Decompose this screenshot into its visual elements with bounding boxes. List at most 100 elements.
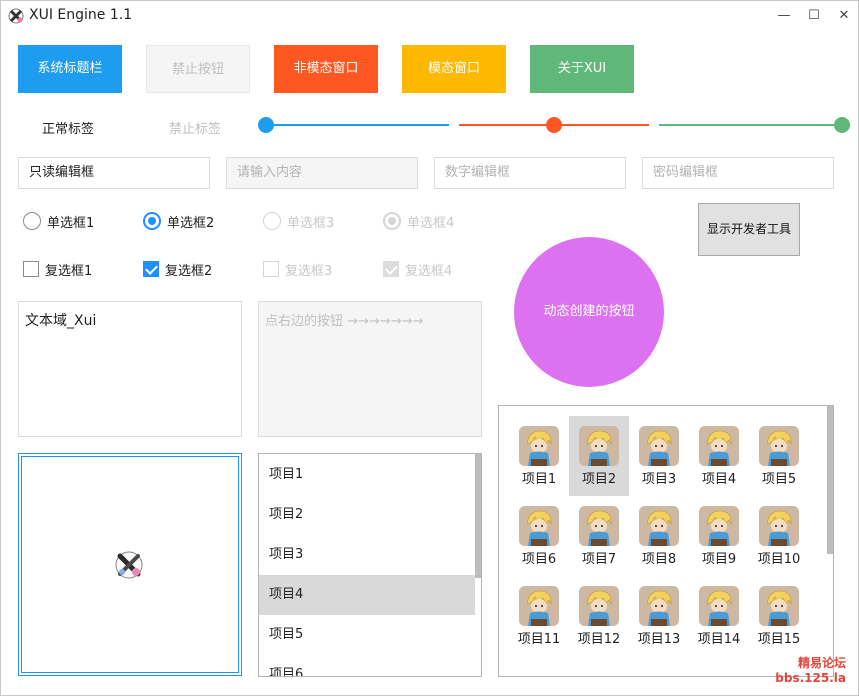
checkbox-2[interactable]: 复选框2 xyxy=(143,258,212,280)
close-button[interactable]: ✕ xyxy=(829,5,858,27)
checkbox-label: 复选框4 xyxy=(405,263,453,279)
radio-2[interactable]: 单选框2 xyxy=(143,210,214,232)
list-scrollbar[interactable] xyxy=(475,454,481,578)
disabled-text-area: 点右边的按钮 →→→→→→→ xyxy=(258,301,482,437)
grid-item[interactable]: 项目8 xyxy=(629,496,689,576)
grid-item-label: 项目9 xyxy=(701,552,737,567)
disabled-button: 禁止按钮 xyxy=(146,45,250,93)
slider-orange-thumb[interactable] xyxy=(546,117,562,133)
grid-item-label: 项目15 xyxy=(757,632,801,647)
checkbox-box xyxy=(263,261,279,277)
grid-item-label: 项目6 xyxy=(521,552,557,567)
text-area[interactable]: 文本域_Xui xyxy=(18,301,242,437)
checkbox-4: 复选框4 xyxy=(383,258,452,280)
grid-item[interactable]: 项目13 xyxy=(629,576,689,656)
watermark-line2: bbs.125.la xyxy=(775,671,846,685)
grid-item-label: 项目4 xyxy=(701,472,737,487)
character-avatar-icon xyxy=(759,506,799,546)
radio-3: 单选框3 xyxy=(263,210,334,232)
grid-item[interactable]: 项目12 xyxy=(569,576,629,656)
grid-item-label: 项目13 xyxy=(637,632,681,647)
numeric-input[interactable]: 数字编辑框 xyxy=(434,157,626,189)
grid-item-label: 项目3 xyxy=(641,472,677,487)
grid-item[interactable]: 项目7 xyxy=(569,496,629,576)
grid-item[interactable]: 项目9 xyxy=(689,496,749,576)
about-xui-button[interactable]: 关于XUI xyxy=(530,45,634,93)
readonly-edit[interactable]: 只读编辑框 xyxy=(18,157,210,189)
list-item[interactable]: 项目1 xyxy=(259,455,475,495)
xui-logo-icon xyxy=(114,550,144,580)
character-avatar-icon xyxy=(639,586,679,626)
grid-item[interactable]: 项目11 xyxy=(509,576,569,656)
radio-1[interactable]: 单选框1 xyxy=(23,210,94,232)
character-avatar-icon xyxy=(639,506,679,546)
grid-item[interactable]: 项目10 xyxy=(749,496,809,576)
minimize-button[interactable]: — xyxy=(769,5,799,27)
grid-item[interactable]: 项目5 xyxy=(749,416,809,496)
grid-item[interactable]: 项目1 xyxy=(509,416,569,496)
grid-item-label: 项目11 xyxy=(517,632,561,647)
dynamic-created-button[interactable]: 动态创建的按钮 xyxy=(514,237,664,387)
list-item[interactable]: 项目4 xyxy=(259,575,475,615)
slider-blue-track xyxy=(259,124,449,126)
list-item[interactable]: 项目2 xyxy=(259,495,475,535)
maximize-button[interactable]: ☐ xyxy=(799,5,829,27)
grid-item-label: 项目8 xyxy=(641,552,677,567)
slider-green-track xyxy=(659,124,849,126)
checkbox-label: 复选框1 xyxy=(45,263,93,279)
character-avatar-icon xyxy=(699,506,739,546)
radio-label: 单选框4 xyxy=(407,215,455,231)
grid-item-label: 项目12 xyxy=(577,632,621,647)
show-devtools-button[interactable]: 显示开发者工具 xyxy=(698,203,800,256)
checkbox-box xyxy=(23,261,39,277)
grid-item[interactable]: 项目4 xyxy=(689,416,749,496)
character-avatar-icon xyxy=(639,426,679,466)
grid-item-label: 项目10 xyxy=(757,552,801,567)
content-input[interactable]: 请输入内容 xyxy=(226,157,418,189)
grid-item[interactable]: 项目3 xyxy=(629,416,689,496)
checkbox-box xyxy=(143,261,159,277)
character-avatar-icon xyxy=(579,426,619,466)
modeless-window-button[interactable]: 非模态窗口 xyxy=(274,45,378,93)
checkbox-box xyxy=(383,261,399,277)
character-avatar-icon xyxy=(519,586,559,626)
app-window: XUI Engine 1.1 — ☐ ✕ 系统标题栏 禁止按钮 非模态窗口 模态… xyxy=(0,0,859,696)
window-title: XUI Engine 1.1 xyxy=(29,7,133,23)
list-item[interactable]: 项目5 xyxy=(259,615,475,655)
system-titlebar-button[interactable]: 系统标题栏 xyxy=(18,45,122,93)
list-item[interactable]: 项目6 xyxy=(259,655,475,676)
grid-item-label: 项目14 xyxy=(697,632,741,647)
checkbox-label: 复选框3 xyxy=(285,263,333,279)
radio-label: 单选框1 xyxy=(47,215,95,231)
normal-label: 正常标签 xyxy=(42,122,95,137)
character-avatar-icon xyxy=(579,586,619,626)
grid-scrollbar[interactable] xyxy=(827,406,833,554)
character-avatar-icon xyxy=(699,586,739,626)
list-box[interactable]: 项目1 项目2 项目3 项目4 项目5 项目6 xyxy=(258,453,482,677)
slider-blue-thumb[interactable] xyxy=(258,117,274,133)
slider-green-thumb[interactable] xyxy=(834,117,850,133)
modal-window-button[interactable]: 模态窗口 xyxy=(402,45,506,93)
grid-item-label: 项目2 xyxy=(581,472,617,487)
title-bar[interactable]: XUI Engine 1.1 — ☐ ✕ xyxy=(1,1,858,33)
grid-item[interactable]: 项目15 xyxy=(749,576,809,656)
icon-grid[interactable]: 项目1 项目2 项目3 项目4 项目5 项目6 项目7 项目8 项目9 项目10 项目11 项目12 项… xyxy=(498,405,834,677)
radio-circle xyxy=(23,212,41,230)
radio-circle xyxy=(383,212,401,230)
character-avatar-icon xyxy=(519,426,559,466)
radio-4: 单选框4 xyxy=(383,210,454,232)
radio-label: 单选框2 xyxy=(167,215,215,231)
checkbox-1[interactable]: 复选框1 xyxy=(23,258,92,280)
checkbox-label: 复选框2 xyxy=(165,263,213,279)
character-avatar-icon xyxy=(579,506,619,546)
radio-label: 单选框3 xyxy=(287,215,335,231)
grid-item[interactable]: 项目14 xyxy=(689,576,749,656)
character-avatar-icon xyxy=(519,506,559,546)
grid-item[interactable]: 项目6 xyxy=(509,496,569,576)
disabled-label: 禁止标签 xyxy=(169,122,222,137)
list-item[interactable]: 项目3 xyxy=(259,535,475,575)
password-input[interactable]: 密码编辑框 xyxy=(642,157,834,189)
image-box xyxy=(18,453,242,676)
character-avatar-icon xyxy=(759,426,799,466)
grid-item[interactable]: 项目2 xyxy=(569,416,629,496)
